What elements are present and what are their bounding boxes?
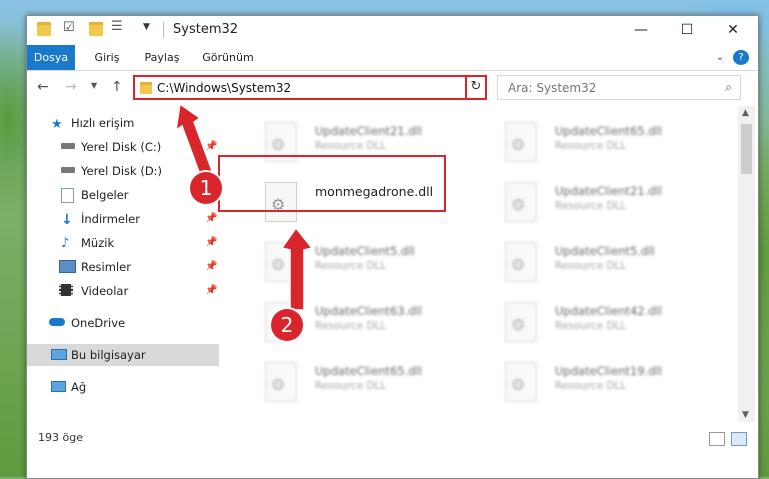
annotation-arrows bbox=[174, 102, 314, 311]
callout-badge-2: 2 bbox=[271, 309, 303, 341]
callout-badge-1: 1 bbox=[190, 172, 222, 204]
arrow-2 bbox=[280, 226, 314, 311]
arrow-1 bbox=[174, 102, 215, 181]
